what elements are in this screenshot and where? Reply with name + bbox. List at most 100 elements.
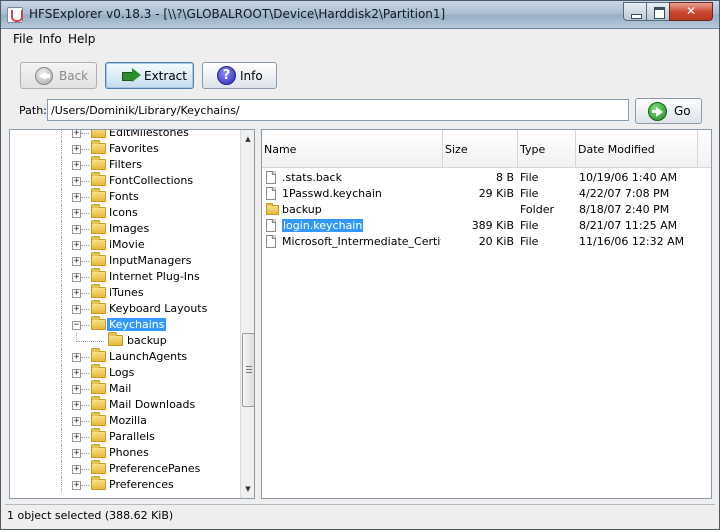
tree-item-label: Keychains — [107, 318, 167, 331]
scroll-thumb[interactable] — [242, 333, 254, 407]
tree-item[interactable]: + iMovie — [10, 236, 240, 253]
tree-guide-line — [61, 381, 62, 397]
column-size[interactable]: Size — [443, 130, 518, 168]
path-input[interactable] — [47, 99, 629, 121]
expand-toggle-icon[interactable]: + — [72, 481, 81, 490]
cell-type: File — [520, 235, 539, 248]
file-icon — [266, 171, 276, 184]
tree-guide-line — [81, 133, 89, 134]
minimize-button[interactable] — [623, 2, 647, 21]
menu-help[interactable]: Help — [68, 32, 95, 46]
tree-item[interactable]: + Logs — [10, 364, 240, 381]
expand-toggle-icon[interactable]: − — [72, 321, 81, 330]
expand-toggle-icon[interactable]: + — [72, 369, 81, 378]
tree-item[interactable]: + Mail Downloads — [10, 396, 240, 413]
expand-toggle-icon[interactable]: + — [72, 145, 81, 154]
extract-button[interactable]: Extract — [105, 62, 194, 89]
tree-item[interactable]: + iTunes — [10, 284, 240, 301]
expand-toggle-icon[interactable]: + — [72, 241, 81, 250]
column-date-modified[interactable]: Date Modified — [576, 130, 698, 168]
expand-toggle-icon[interactable]: + — [72, 177, 81, 186]
folder-icon — [91, 284, 106, 298]
expand-toggle-icon[interactable]: + — [72, 353, 81, 362]
table-row[interactable]: Microsoft_Intermediate_Certificates 20 Ki… — [262, 234, 711, 250]
tree-item-label: Internet Plug-Ins — [109, 270, 200, 283]
cell-name: Microsoft_Intermediate_Certificates — [281, 235, 441, 248]
expand-toggle-icon[interactable]: + — [72, 273, 81, 282]
scroll-up-icon[interactable]: ▲ — [241, 132, 254, 146]
table-row[interactable]: .stats.back 8 B File 10/19/06 1:40 AM — [262, 170, 711, 186]
info-button[interactable]: ? Info — [202, 62, 277, 89]
scroll-down-icon[interactable]: ▼ — [241, 482, 254, 496]
column-type[interactable]: Type — [518, 130, 576, 168]
expand-toggle-icon[interactable]: + — [72, 305, 81, 314]
tree-item[interactable]: − Keychains — [10, 316, 240, 333]
file-icon — [266, 219, 276, 232]
expand-toggle-icon[interactable]: + — [72, 401, 81, 410]
folder-icon — [91, 316, 106, 330]
expand-toggle-icon[interactable]: + — [72, 161, 81, 170]
tree-item-label: Mail Downloads — [109, 398, 196, 411]
tree-item[interactable]: + LaunchAgents — [10, 348, 240, 365]
cell-type: File — [520, 187, 539, 200]
tree-item-label: InputManagers — [109, 254, 192, 267]
go-arrow-icon — [648, 102, 667, 121]
tree-scrollbar[interactable]: ▲ ▼ — [240, 130, 254, 498]
cell-name: .stats.back — [281, 171, 441, 184]
tree-guide-line — [81, 229, 89, 230]
close-button[interactable] — [669, 2, 713, 21]
expand-toggle-icon[interactable]: + — [72, 449, 81, 458]
tree-item[interactable]: + Favorites — [10, 140, 240, 157]
expand-toggle-icon[interactable]: + — [72, 433, 81, 442]
tree-item-label: Filters — [109, 158, 142, 171]
tree-item[interactable]: + Icons — [10, 204, 240, 221]
tree-item[interactable]: + Mail — [10, 380, 240, 397]
table-row[interactable]: 1Passwd.keychain 29 KiB File 4/22/07 7:08 P… — [262, 186, 711, 202]
tree-item[interactable]: + Phones — [10, 444, 240, 461]
tree-item[interactable]: + Keyboard Layouts — [10, 300, 240, 317]
table-row[interactable]: login.keychain 389 KiB File 8/21/07 11:25 A… — [262, 218, 711, 234]
folder-icon — [91, 172, 106, 186]
maximize-button[interactable] — [646, 2, 670, 21]
expand-toggle-icon[interactable]: + — [72, 289, 81, 298]
tree-item[interactable]: + PreferencePanes — [10, 460, 240, 477]
expand-toggle-icon[interactable]: + — [72, 465, 81, 474]
column-name[interactable]: Name — [262, 130, 443, 168]
menu-info[interactable]: Info — [39, 32, 62, 46]
tree-item[interactable]: + Mozilla — [10, 412, 240, 429]
table-header: Name Size Type Date Modified — [262, 130, 711, 168]
extract-arrow-icon — [122, 68, 142, 83]
title-bar[interactable]: HFSExplorer v0.18.3 - [\\?\GLOBALROOT\De… — [1, 1, 719, 29]
folder-icon — [91, 412, 106, 426]
info-button-label: Info — [240, 69, 263, 83]
expand-toggle-icon[interactable]: + — [72, 193, 81, 202]
tree-item[interactable]: + Fonts — [10, 188, 240, 205]
expand-toggle-icon[interactable]: + — [72, 385, 81, 394]
tree-guide-line — [81, 149, 89, 150]
app-icon[interactable] — [7, 7, 23, 23]
menu-file[interactable]: File — [13, 32, 33, 46]
expand-toggle-icon[interactable]: + — [72, 209, 81, 218]
expand-toggle-icon[interactable]: + — [72, 257, 81, 266]
tree-item[interactable]: + Images — [10, 220, 240, 237]
tree-item[interactable]: + Preferences — [10, 476, 240, 493]
tree-item[interactable]: backup — [10, 332, 240, 349]
tree-item[interactable]: + FontCollections — [10, 172, 240, 189]
tree-item[interactable]: + Filters — [10, 156, 240, 173]
tree-item[interactable]: + Parallels — [10, 428, 240, 445]
tree-item-label: Favorites — [109, 142, 159, 155]
tree-item[interactable]: + Internet Plug-Ins — [10, 268, 240, 285]
expand-toggle-icon[interactable]: + — [72, 417, 81, 426]
tree-guide-line — [61, 397, 62, 413]
go-button[interactable]: Go — [635, 98, 702, 124]
tree-item[interactable]: + InputManagers — [10, 252, 240, 269]
tree-guide-line — [61, 173, 62, 189]
back-button[interactable]: Back — [20, 62, 97, 89]
table-row[interactable]: backup Folder 8/18/07 2:40 PM — [262, 202, 711, 218]
expand-toggle-icon[interactable]: + — [72, 130, 81, 138]
expand-toggle-icon[interactable]: + — [72, 225, 81, 234]
tree-guide-line — [81, 165, 89, 166]
cell-name: backup — [281, 203, 441, 216]
tree-item[interactable]: + EditMilestones — [10, 130, 240, 141]
tree-guide-line — [81, 469, 89, 470]
